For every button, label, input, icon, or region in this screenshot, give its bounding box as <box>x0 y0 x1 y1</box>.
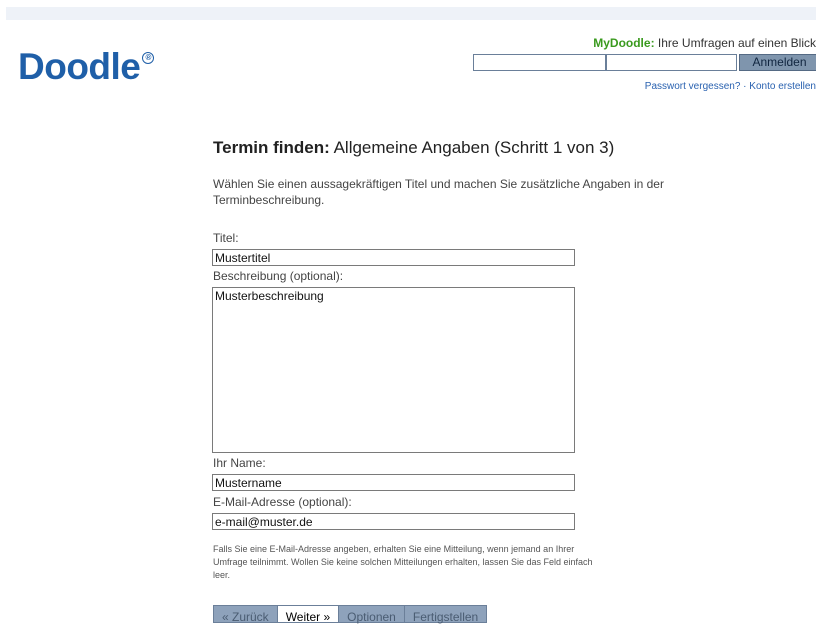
name-label: Ihr Name: <box>213 456 266 470</box>
description-label: Beschreibung (optional): <box>213 269 344 283</box>
logo-text: Doodle <box>18 46 141 87</box>
finish-button[interactable]: Fertigstellen <box>403 605 488 624</box>
mydoodle-text: Ihre Umfragen auf einen Blick <box>654 36 816 50</box>
mydoodle-tagline: MyDoodle: Ihre Umfragen auf einen Blick <box>593 36 816 50</box>
next-button[interactable]: Weiter » <box>276 605 339 624</box>
login-button[interactable]: Anmelden <box>739 54 816 71</box>
intro-text: Wählen Sie einen aussagekräftigen Titel … <box>213 177 664 207</box>
doodle-logo[interactable]: Doodle ® <box>18 46 155 87</box>
page-title-bold: Termin finden: <box>213 138 330 157</box>
create-account-link[interactable]: Konto erstellen <box>749 81 816 92</box>
registered-icon: ® <box>142 52 155 64</box>
password-input[interactable] <box>606 54 737 71</box>
name-input[interactable] <box>212 474 575 491</box>
top-band <box>6 7 816 20</box>
link-separator: · <box>740 81 750 92</box>
login-form: Anmelden <box>473 54 816 71</box>
options-button[interactable]: Optionen <box>338 605 404 624</box>
wizard-buttons: « Zurück Weiter » Optionen Fertigstellen <box>213 605 488 624</box>
username-input[interactable] <box>473 54 606 71</box>
title-input[interactable] <box>212 249 575 266</box>
title-label: Titel: <box>213 231 239 245</box>
account-links: Passwort vergessen? · Konto erstellen <box>645 81 816 92</box>
forgot-password-link[interactable]: Passwort vergessen? <box>645 81 741 92</box>
email-note: Falls Sie eine E-Mail-Adresse angeben, e… <box>213 544 593 580</box>
email-label: E-Mail-Adresse (optional): <box>213 495 352 509</box>
page-title: Termin finden: Allgemeine Angaben (Schri… <box>213 138 614 158</box>
description-textarea[interactable]: Musterbeschreibung <box>212 287 575 453</box>
page-title-rest: Allgemeine Angaben (Schritt 1 von 3) <box>329 138 615 157</box>
back-button[interactable]: « Zurück <box>213 605 277 624</box>
mydoodle-brand: MyDoodle: <box>593 36 655 50</box>
email-input[interactable] <box>212 513 575 530</box>
